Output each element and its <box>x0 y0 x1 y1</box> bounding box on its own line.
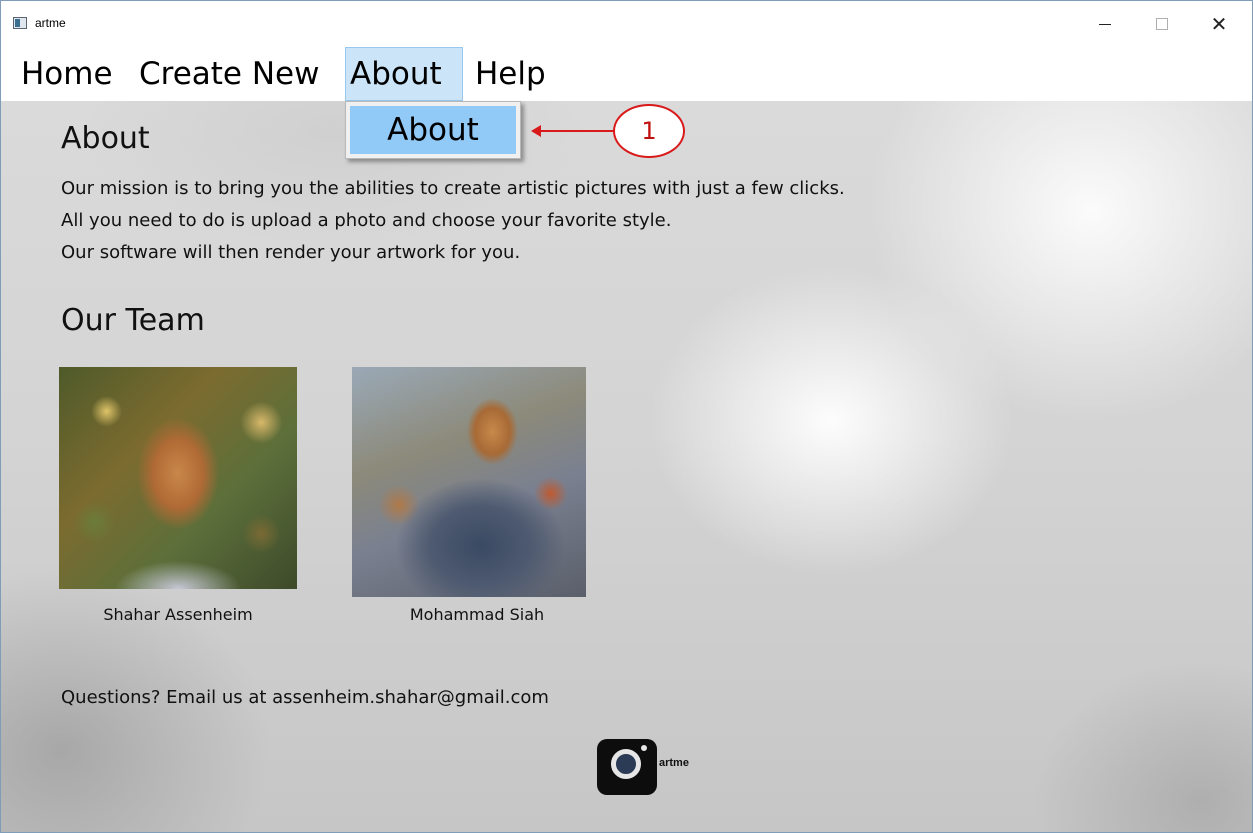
mission-line: Our mission is to bring you the abilitie… <box>61 178 845 199</box>
dropdown-item-about[interactable]: About <box>350 106 516 154</box>
minimize-icon <box>1099 23 1111 25</box>
mission-line: All you need to do is upload a photo and… <box>61 210 672 231</box>
about-dropdown-menu: About <box>345 101 521 159</box>
contact-text: Questions? Email us at assenheim.shahar@… <box>61 687 549 708</box>
app-window: artme ✕ Home Create New About Help About… <box>0 0 1253 833</box>
annotation-marker: 1 <box>613 104 685 158</box>
menu-bar: Home Create New About Help <box>1 47 1252 101</box>
about-heading: About <box>61 121 150 156</box>
mission-text: Our mission is to bring you the abilitie… <box>61 173 1061 269</box>
team-member-photo <box>59 367 297 589</box>
menu-home[interactable]: Home <box>17 47 117 101</box>
camera-icon <box>597 739 657 795</box>
annotation-line <box>534 130 614 132</box>
maximize-button[interactable] <box>1140 5 1184 43</box>
menu-help[interactable]: Help <box>471 47 550 101</box>
camera-lens <box>611 749 641 779</box>
close-button[interactable]: ✕ <box>1197 5 1241 43</box>
team-heading: Our Team <box>61 303 205 338</box>
menu-about[interactable]: About <box>345 47 463 101</box>
close-icon: ✕ <box>1210 12 1228 36</box>
logo-text: artme <box>659 757 689 769</box>
team-member-name: Shahar Assenheim <box>103 605 253 624</box>
window-title: artme <box>35 16 66 30</box>
team-member-photo <box>352 367 586 597</box>
mission-line: Our software will then render your artwo… <box>61 242 521 263</box>
app-icon <box>13 17 27 29</box>
menu-create-new[interactable]: Create New <box>135 47 323 101</box>
maximize-icon <box>1156 18 1168 30</box>
title-bar: artme ✕ <box>1 1 1252 47</box>
minimize-button[interactable] <box>1083 5 1127 43</box>
camera-flash <box>641 745 647 751</box>
team-member-name: Mohammad Siah <box>409 605 545 624</box>
